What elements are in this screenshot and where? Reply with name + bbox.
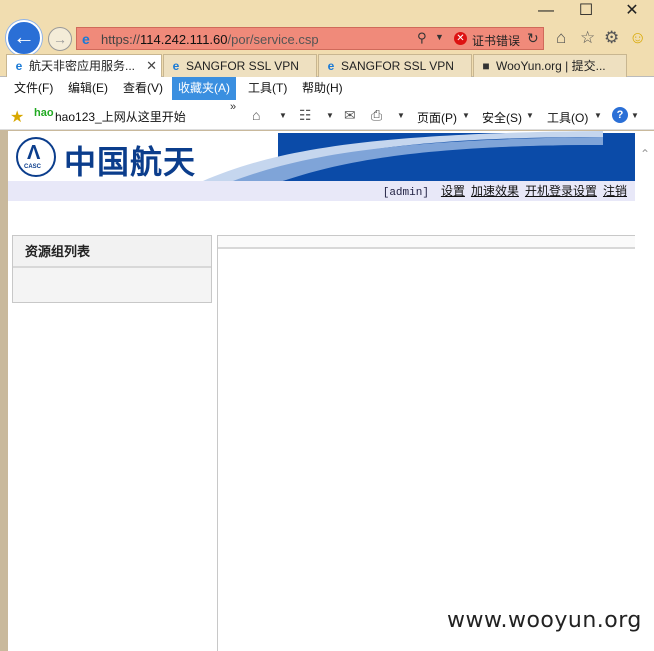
command-bar: ★ hao hao123_上网从这里开始 » ⌂ ▼ ☷ ▼ ✉ ⎙ ▼ 页面(… (0, 101, 654, 130)
banner-swoosh (203, 131, 603, 181)
close-tab-icon[interactable]: ✕ (146, 55, 157, 77)
wooyun-icon: ■ (482, 59, 490, 73)
gear-icon[interactable]: ⚙ (604, 28, 619, 48)
smiley-feedback-icon[interactable]: ☺ (629, 28, 646, 48)
logout-link[interactable]: 注销 (603, 184, 627, 198)
tab-label: SANGFOR SSL VPN (186, 59, 299, 73)
add-favorite-icon[interactable]: ★ (10, 107, 24, 127)
menu-bar: 文件(F) 编辑(E) 查看(V) 收藏夹(A) 工具(T) 帮助(H) (0, 77, 654, 101)
home-icon[interactable]: ⌂ (556, 28, 566, 48)
user-bar: [admin] 设置 加速效果 开机登录设置 注销 (8, 181, 635, 201)
home-icon[interactable]: ⌂ (252, 107, 260, 123)
chevron-down-icon[interactable]: ▼ (397, 111, 405, 120)
url-path: /por/service.csp (227, 32, 319, 47)
ie-icon: e (327, 59, 335, 73)
startup-login-settings-link[interactable]: 开机登录设置 (525, 184, 597, 198)
back-button[interactable]: ← (6, 20, 42, 56)
scroll-up-arrow-icon[interactable]: ⌃ (640, 147, 650, 161)
resource-group-panel: 资源组列表 (12, 235, 212, 303)
maximize-button[interactable]: ☐ (566, 2, 606, 22)
address-bar[interactable]: e https://114.242.111.60/por/service.csp… (76, 27, 544, 50)
menu-help[interactable]: 帮助(H) (296, 77, 349, 100)
resource-group-title: 资源组列表 (13, 236, 211, 268)
menu-favorites[interactable]: 收藏夹(A) (172, 77, 236, 100)
page-menu-button[interactable]: 页面(P) (417, 109, 457, 126)
ie-icon: e (15, 59, 23, 73)
chevron-down-icon[interactable]: ▼ (435, 32, 444, 42)
tab-strip: e 航天非密应用服务... ✕ e SANGFOR SSL VPN e SANG… (0, 54, 654, 77)
menu-view[interactable]: 查看(V) (117, 77, 169, 100)
close-window-button[interactable]: ✕ (612, 2, 652, 22)
menu-tools[interactable]: 工具(T) (242, 77, 293, 100)
url-host: 114.242.111.60 (140, 32, 228, 47)
arrow-right-icon: → (53, 31, 67, 47)
site-title: 中国航天 (64, 143, 197, 181)
menu-edit[interactable]: 编辑(E) (62, 77, 114, 100)
minimize-button[interactable]: — (526, 2, 566, 22)
more-chevron-icon[interactable]: » (230, 101, 236, 113)
settings-link[interactable]: 设置 (441, 184, 465, 198)
rss-feed-icon[interactable]: ☷ (299, 107, 312, 124)
tab-label: 航天非密应用服务... (29, 59, 136, 73)
arrow-left-icon: ← (13, 24, 35, 49)
cert-error-label[interactable]: 证书错误 (472, 32, 520, 49)
casc-logo-text: CASC (24, 164, 42, 170)
ie-icon: e (172, 59, 180, 73)
chevron-down-icon[interactable]: ▼ (462, 111, 470, 120)
tab-hangtian[interactable]: e 航天非密应用服务... ✕ (6, 54, 162, 77)
page-viewport: Λ CASC 中国航天 [admin] 设置 加速效果 开机登录设置 注销 资源组列表 … (8, 131, 654, 651)
forward-button[interactable]: → (48, 27, 72, 51)
help-icon[interactable]: ? (612, 107, 628, 123)
chevron-down-icon[interactable]: ▼ (279, 111, 287, 120)
url-scheme: https:// (101, 32, 141, 47)
tab-label: SANGFOR SSL VPN (341, 59, 454, 73)
search-icon[interactable]: ⚲ (417, 30, 427, 46)
print-icon[interactable]: ⎙ (371, 107, 382, 124)
vertical-scrollbar[interactable]: ⌃ (635, 131, 654, 651)
watermark: www.wooyun.org (447, 608, 642, 633)
chevron-down-icon[interactable]: ▼ (594, 111, 602, 120)
favorite-link-hao123[interactable]: hao123_上网从这里开始 (55, 108, 186, 125)
menu-file[interactable]: 文件(F) (8, 77, 59, 100)
casc-logo: Λ CASC (16, 137, 56, 177)
mail-icon[interactable]: ✉ (344, 107, 356, 124)
favorites-star-icon[interactable]: ☆ (580, 28, 595, 48)
chevron-down-icon[interactable]: ▼ (326, 111, 334, 120)
tools-menu-button[interactable]: 工具(O) (547, 109, 588, 126)
site-banner: Λ CASC 中国航天 (8, 131, 635, 181)
tab-label: WooYun.org | 提交... (496, 59, 606, 73)
chevron-down-icon[interactable]: ▼ (526, 111, 534, 120)
refresh-icon[interactable]: ↻ (527, 30, 539, 47)
ie-icon: e (82, 31, 90, 47)
hao123-icon: hao (34, 107, 54, 119)
content-panel-header (218, 236, 635, 249)
username-label: [admin] (382, 187, 429, 199)
chevron-down-icon[interactable]: ▼ (631, 111, 639, 120)
tab-wooyun[interactable]: ■ WooYun.org | 提交... (473, 54, 627, 77)
resource-group-list (13, 268, 211, 302)
browser-titlebar: — ☐ ✕ ← → e https://114.242.111.60/por/s… (0, 0, 654, 56)
content-panel (217, 235, 635, 651)
safety-menu-button[interactable]: 安全(S) (482, 109, 522, 126)
url-field[interactable]: https://114.242.111.60/por/service.csp (101, 32, 319, 47)
casc-logo-mark: Λ (27, 142, 41, 164)
tab-sangfor-2[interactable]: e SANGFOR SSL VPN (318, 54, 472, 77)
cert-error-icon[interactable]: ✕ (454, 32, 467, 45)
tab-sangfor-1[interactable]: e SANGFOR SSL VPN (163, 54, 317, 77)
acceleration-link[interactable]: 加速效果 (471, 184, 519, 198)
